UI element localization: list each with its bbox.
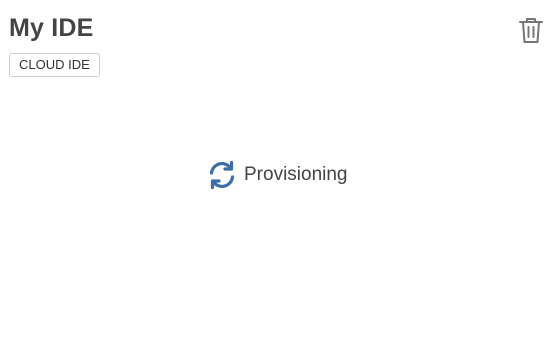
ide-type-badge: CLOUD IDE	[9, 53, 100, 77]
trash-icon	[519, 18, 543, 43]
status-label: Provisioning	[244, 164, 348, 185]
sync-icon	[206, 159, 238, 191]
ide-title: My IDE	[9, 14, 94, 42]
delete-button[interactable]	[518, 16, 544, 44]
provisioning-status: Provisioning	[206, 159, 348, 191]
ide-card: My IDE CLOUD IDE Provisioning	[0, 0, 549, 342]
